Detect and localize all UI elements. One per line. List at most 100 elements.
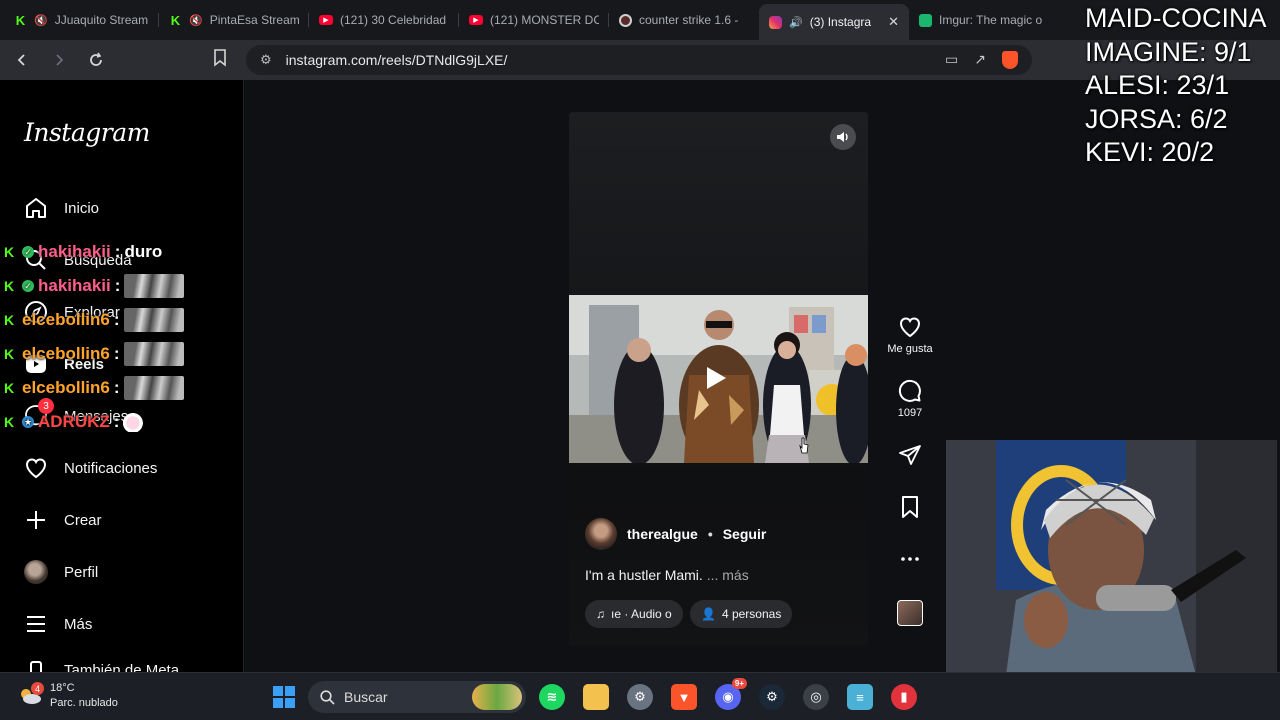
scoreboard-row: KEVI: 20/2 [1085, 137, 1215, 167]
follow-button[interactable]: Seguir [723, 526, 767, 542]
tab-imgur[interactable]: Imgur: The magic o [909, 4, 1059, 36]
more-options-button[interactable] [885, 547, 935, 571]
tab-instagram[interactable]: 🔊 (3) Instagra ✕ [759, 4, 909, 40]
tab-title: (121) 30 Celebridad [340, 13, 447, 27]
sound-button[interactable] [830, 124, 856, 150]
notepad-icon[interactable]: ≡ [847, 684, 873, 710]
author-name[interactable]: therealgue [627, 526, 698, 542]
chat-message: K elcebollin6 : [4, 306, 184, 334]
scoreboard-row: IMAGINE: 9/1 [1085, 36, 1252, 67]
search-placeholder: Buscar [344, 689, 388, 705]
search-icon [320, 689, 335, 705]
instagram-logo[interactable]: Instagram [24, 118, 150, 147]
author-avatar[interactable] [585, 518, 617, 550]
bookmark-button[interactable] [213, 49, 227, 72]
chat-colon: : [113, 344, 120, 363]
speaker-icon [837, 132, 848, 142]
audio-pill[interactable]: ♫ ıe · Audio o [585, 600, 683, 628]
like-label: Me gusta [887, 343, 933, 355]
tab-jjuaquito[interactable]: K 🔇 JJuaquito Stream [4, 4, 159, 36]
caption-more-link[interactable]: ... más [707, 567, 749, 583]
webcam-image [946, 440, 1277, 675]
share-icon[interactable]: ↗ [974, 51, 986, 69]
bookmark-icon [214, 49, 226, 67]
nav-meta[interactable]: También de Meta [24, 658, 179, 672]
brave-browser-icon[interactable]: ▼ [671, 684, 697, 710]
muted-icon[interactable]: 🔇 [34, 14, 48, 27]
chat-username: ADRUKZ [38, 412, 110, 431]
send-icon [899, 445, 921, 465]
nav-label: Inicio [64, 199, 100, 217]
save-button[interactable] [885, 495, 935, 519]
back-button[interactable] [7, 45, 37, 75]
app-icon[interactable]: ▮ [891, 684, 917, 710]
nav-more[interactable]: Más [24, 608, 92, 640]
close-icon[interactable]: ✕ [888, 14, 899, 30]
chat-colon: : [113, 412, 120, 431]
nav-create[interactable]: Crear [24, 504, 102, 536]
scoreboard-row: JORSA: 6/2 [1085, 103, 1228, 134]
chat-message: K ✓ hakihakii : duro [4, 238, 162, 266]
nav-profile[interactable]: Perfil [24, 556, 98, 588]
emote-image [123, 376, 184, 400]
chat-username: hakihakii [38, 276, 111, 295]
speaker-icon[interactable]: 🔊 [789, 16, 803, 29]
nav-home[interactable]: Inicio [24, 192, 99, 224]
chat-colon: : [114, 276, 121, 295]
caption-text: I'm a hustler Mami. [585, 567, 703, 583]
tab-pintaesa[interactable]: K 🔇 PintaEsa Stream [159, 4, 309, 36]
reload-button[interactable] [81, 45, 111, 75]
url-bar[interactable]: ⚙ instagram.com/reels/DTNdlG9jLXE/ ▭ ↗ [246, 45, 1032, 75]
discord-icon[interactable]: ◉ 9+ [715, 678, 747, 710]
brave-shields-icon[interactable] [1002, 51, 1018, 69]
obs-icon[interactable]: ◎ [803, 684, 829, 710]
chat-username: elcebollin6 [22, 310, 110, 329]
nav-notifications[interactable]: Notificaciones [24, 452, 157, 484]
kick-icon: K [4, 414, 15, 430]
spotify-icon[interactable]: ≋ [539, 684, 565, 710]
home-icon [24, 196, 48, 220]
weather-widget[interactable]: 4 18°C Parc. nublado [18, 681, 118, 711]
kick-icon: K [170, 12, 181, 28]
play-icon[interactable] [707, 367, 726, 389]
cast-icon[interactable]: ▭ [945, 51, 958, 69]
kick-icon: K [4, 346, 15, 362]
kick-icon: K [4, 380, 15, 396]
kick-icon: K [4, 278, 15, 294]
tab-title: (3) Instagra [809, 15, 872, 29]
comment-button[interactable]: 1097 [885, 379, 935, 419]
audio-thumbnail[interactable] [897, 600, 923, 626]
youtube-icon: ▶ [319, 15, 333, 25]
weather-badge: 4 [31, 682, 44, 695]
audio-label: ıe · Audio o [611, 607, 672, 621]
heart-icon [24, 456, 48, 480]
tab-youtube-monster[interactable]: ▶ (121) MONSTER DC [459, 4, 609, 36]
reel-video-thumbnail[interactable] [569, 295, 868, 463]
tab-title: JJuaquito Stream [54, 13, 149, 27]
taskbar-search[interactable]: Buscar [308, 681, 526, 713]
people-pill[interactable]: 👤 4 personas [690, 600, 793, 628]
chat-username: hakihakii [38, 242, 111, 261]
settings-icon[interactable]: ⚙ [627, 684, 653, 710]
chat-message: K elcebollin6 : [4, 340, 184, 368]
tab-title: counter strike 1.6 - [639, 13, 739, 27]
tab-counter-strike[interactable]: counter strike 1.6 - [609, 4, 759, 36]
like-button[interactable]: Me gusta [885, 315, 935, 355]
youtube-icon: ▶ [469, 15, 483, 25]
file-explorer-icon[interactable] [583, 684, 609, 710]
kick-icon: K [4, 312, 15, 328]
muted-icon[interactable]: 🔇 [189, 14, 203, 27]
heart-icon [899, 317, 921, 338]
tab-youtube-celebridades[interactable]: ▶ (121) 30 Celebridad [309, 4, 459, 36]
forward-button[interactable] [44, 45, 74, 75]
instagram-icon [769, 15, 782, 29]
bookmark-icon [902, 496, 918, 518]
windows-start-icon[interactable] [271, 684, 297, 710]
chat-colon: : [113, 378, 120, 397]
site-settings-icon[interactable]: ⚙ [260, 52, 272, 68]
steam-icon[interactable]: ⚙ [759, 684, 785, 710]
share-button[interactable] [885, 443, 935, 467]
reel-card[interactable]: therealgue • Seguir I'm a hustler Mami. … [569, 112, 868, 646]
badge-icon: ★ [22, 416, 34, 428]
url-text[interactable]: instagram.com/reels/DTNdlG9jLXE/ [286, 52, 508, 68]
